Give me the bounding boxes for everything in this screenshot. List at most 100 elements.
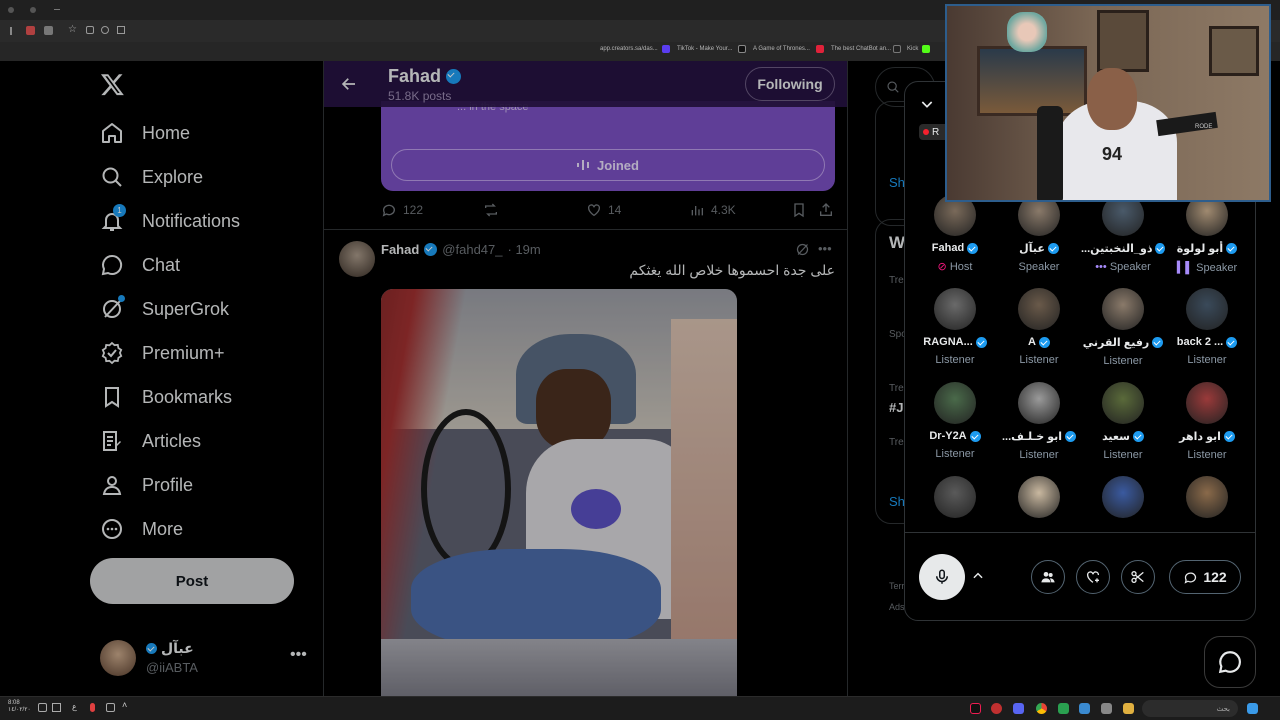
space-participant[interactable] [1165, 476, 1249, 518]
grok-icon[interactable] [795, 242, 810, 257]
account-handle: @iiABTA [146, 660, 198, 675]
star-icon[interactable]: ☆ [68, 24, 77, 35]
app-icon[interactable] [991, 703, 1002, 714]
tweet-time[interactable]: · 19m [508, 242, 541, 257]
nav-home[interactable]: Home [100, 115, 190, 151]
menu-icon[interactable] [10, 27, 12, 35]
nav-premium[interactable]: Premium+ [100, 335, 225, 371]
mic-button[interactable] [919, 554, 965, 600]
avatar [1102, 476, 1144, 518]
nav-notifications[interactable]: 1 Notifications [100, 203, 240, 239]
space-participant[interactable]: ...ابو خـلـف Listener [997, 382, 1081, 461]
nav-profile[interactable]: Profile [100, 467, 193, 503]
joined-button[interactable]: Joined [391, 149, 825, 181]
tweet-author-name[interactable]: Fahad [381, 242, 419, 257]
window-control-icon[interactable] [54, 9, 60, 10]
back-arrow-icon[interactable] [340, 75, 358, 93]
app-icon[interactable] [1058, 703, 1069, 714]
extension-icon[interactable] [117, 26, 125, 34]
app-icon[interactable] [1101, 703, 1112, 714]
nav-bookmarks[interactable]: Bookmarks [100, 379, 232, 415]
space-participant[interactable]: سعيد Listener [1081, 382, 1165, 461]
avatar[interactable] [339, 241, 375, 277]
bookmark-button[interactable] [791, 202, 807, 218]
space-participant[interactable] [997, 476, 1081, 518]
clip-button[interactable] [1121, 560, 1155, 594]
bookmark-link[interactable]: TikTok - Make Your... [677, 46, 732, 52]
app-icon[interactable] [1079, 703, 1090, 714]
tray-icon[interactable] [38, 703, 47, 712]
space-participant[interactable]: RAGNA... Listener [913, 288, 997, 366]
bookmark-link[interactable]: app.creators.sa/das... [600, 46, 658, 52]
show-more-link[interactable]: Sh [889, 494, 905, 509]
more-dots-icon[interactable]: ••• [818, 241, 832, 256]
space-participant[interactable]: أبو لولوة ▍▌ Speaker [1165, 194, 1249, 274]
participant-role: Listener [1103, 449, 1143, 461]
bookmark-link[interactable]: The best ChatBot an... [831, 46, 891, 52]
taskbar-search-input[interactable]: بحث [1142, 700, 1238, 717]
extension-icon[interactable] [26, 26, 35, 35]
footer-link[interactable]: Terr [889, 581, 905, 591]
space-participant[interactable]: Fahad ⊘ Host [913, 194, 997, 273]
app-icon[interactable] [1013, 703, 1024, 714]
collapse-chevron-icon[interactable] [919, 96, 935, 112]
avatar [1102, 288, 1144, 330]
space-participant[interactable]: رفيع القرني Listener [1081, 288, 1165, 367]
tray-icon[interactable] [52, 703, 61, 712]
tweet-video[interactable] [381, 289, 737, 696]
bookmark-link[interactable]: A Game of Thrones... [753, 46, 810, 52]
reply-button[interactable]: 122 [381, 202, 423, 218]
account-switcher[interactable]: عبآل @iiABTA ••• [100, 638, 310, 678]
post-button[interactable]: Post [90, 558, 294, 604]
chrome-icon[interactable] [1036, 703, 1047, 714]
language-indicator[interactable]: ع [72, 702, 77, 711]
nav-chat[interactable]: Chat [100, 247, 180, 283]
verified-badge-icon [975, 336, 987, 348]
nav-more[interactable]: More [100, 511, 183, 547]
space-participant[interactable]: back 2 ... Listener [1165, 288, 1249, 366]
following-button[interactable]: Following [745, 67, 835, 101]
space-participant[interactable]: Dr-Y2A Listener [913, 382, 997, 460]
space-participant[interactable]: A Listener [997, 288, 1081, 366]
tiktok-icon[interactable] [970, 703, 981, 714]
nav-articles[interactable]: Articles [100, 423, 201, 459]
nav-supergrok[interactable]: SuperGrok [100, 291, 229, 327]
participant-name: ...ابو خـلـف [997, 430, 1081, 443]
verified-badge-icon [1065, 431, 1077, 442]
show-more-link[interactable]: Sh [889, 175, 905, 190]
space-participant[interactable]: عبآل Speaker [997, 194, 1081, 273]
mic-tray-icon[interactable] [90, 703, 95, 712]
retweet-button[interactable] [483, 202, 499, 218]
space-participant[interactable]: ابو داهر Listener [1165, 382, 1249, 461]
share-button[interactable] [818, 202, 834, 218]
more-dots-icon[interactable]: ••• [290, 646, 307, 664]
windows-start-icon[interactable] [1247, 703, 1258, 714]
comments-button[interactable]: 122 [1169, 560, 1241, 594]
space-card[interactable]: ... in the space Joined [381, 101, 835, 191]
people-button[interactable] [1031, 560, 1065, 594]
like-button[interactable]: 14 [586, 202, 621, 218]
extension-icon[interactable] [86, 26, 94, 34]
microphone-icon [933, 568, 951, 586]
react-button[interactable] [1076, 560, 1110, 594]
speaker-tray-icon[interactable] [106, 703, 115, 712]
views-button[interactable]: 4.3K [689, 202, 736, 218]
chevron-up-icon[interactable] [971, 569, 985, 583]
account-name: عبآل [146, 640, 194, 657]
footer-link[interactable]: Ads [889, 602, 905, 612]
extension-icon[interactable] [44, 26, 53, 35]
tweet-author-handle[interactable]: @fahd47_ [442, 242, 502, 257]
space-participant[interactable]: ...ذو_النخبتين ••• Speaker [1081, 194, 1165, 273]
nav-explore[interactable]: Explore [100, 159, 203, 195]
chevron-up-icon[interactable]: ˄ [122, 700, 127, 710]
extension-icon[interactable] [101, 26, 109, 34]
window-control-icon[interactable] [30, 7, 36, 13]
chat-fab-button[interactable] [1204, 636, 1256, 688]
space-participant[interactable] [1081, 476, 1165, 518]
space-participant[interactable] [913, 476, 997, 518]
window-control-icon[interactable] [8, 7, 14, 13]
folder-icon[interactable] [1123, 703, 1134, 714]
bookmark-link[interactable]: Kick [907, 46, 918, 52]
bookmark-favicon-icon [893, 45, 901, 53]
x-logo-icon[interactable] [100, 72, 125, 97]
